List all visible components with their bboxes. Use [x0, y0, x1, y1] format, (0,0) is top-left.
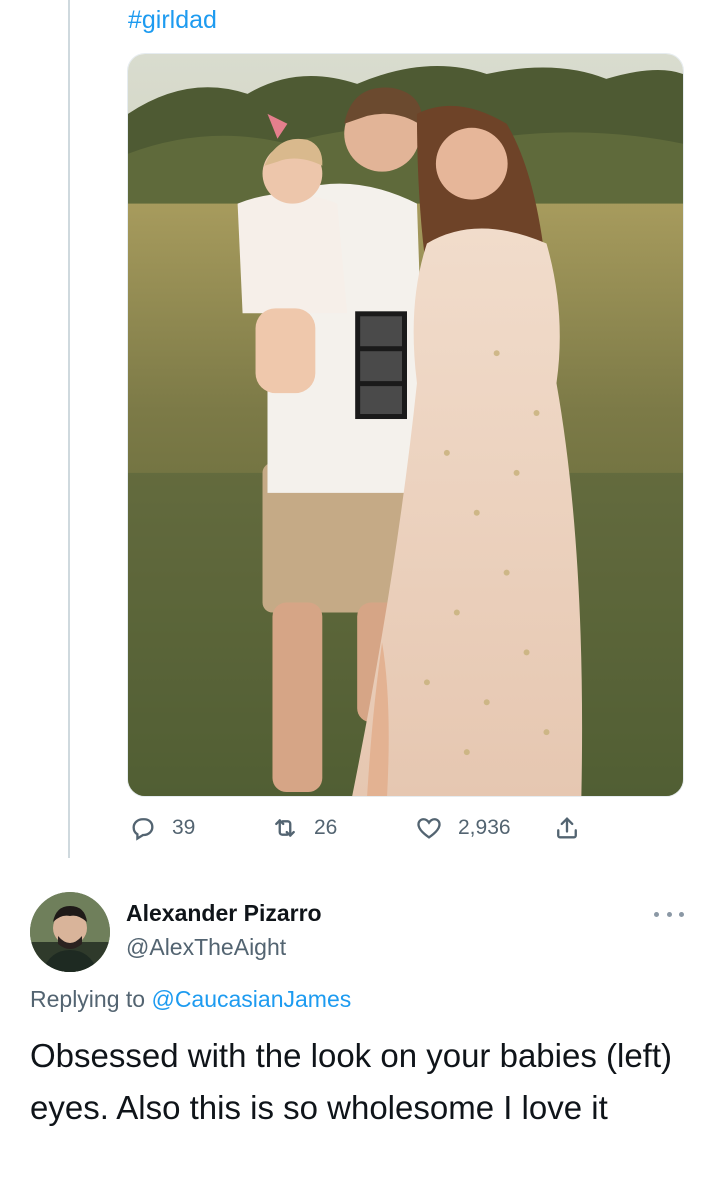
more-options-icon[interactable]	[654, 904, 684, 924]
share-icon	[552, 813, 582, 843]
thread-line	[68, 0, 70, 858]
tweet-photo[interactable]	[127, 53, 684, 797]
retweet-count: 26	[314, 816, 338, 839]
replying-to-line: Replying to @CaucasianJames	[30, 986, 351, 1013]
heart-icon	[414, 813, 444, 843]
tweet-actions: 39 26 2,936	[0, 808, 714, 848]
share-button[interactable]	[552, 808, 596, 848]
retweet-icon	[270, 813, 300, 843]
reply-icon	[128, 813, 158, 843]
author-name[interactable]: Alexander Pizarro	[126, 900, 322, 927]
replying-prefix: Replying to	[30, 986, 152, 1012]
reply-count: 39	[172, 816, 196, 839]
hashtag-link[interactable]: #girldad	[128, 4, 217, 36]
like-button[interactable]: 2,936	[414, 808, 511, 848]
reply-text: Obsessed with the look on your babies (l…	[30, 1037, 673, 1126]
retweet-button[interactable]: 26	[270, 808, 337, 848]
reply-button[interactable]: 39	[128, 808, 195, 848]
author-handle[interactable]: @AlexTheAight	[126, 934, 286, 961]
avatar[interactable]	[30, 892, 110, 972]
like-count: 2,936	[458, 816, 511, 839]
replying-to-mention[interactable]: @CaucasianJames	[151, 986, 351, 1012]
family-photo	[128, 54, 683, 796]
